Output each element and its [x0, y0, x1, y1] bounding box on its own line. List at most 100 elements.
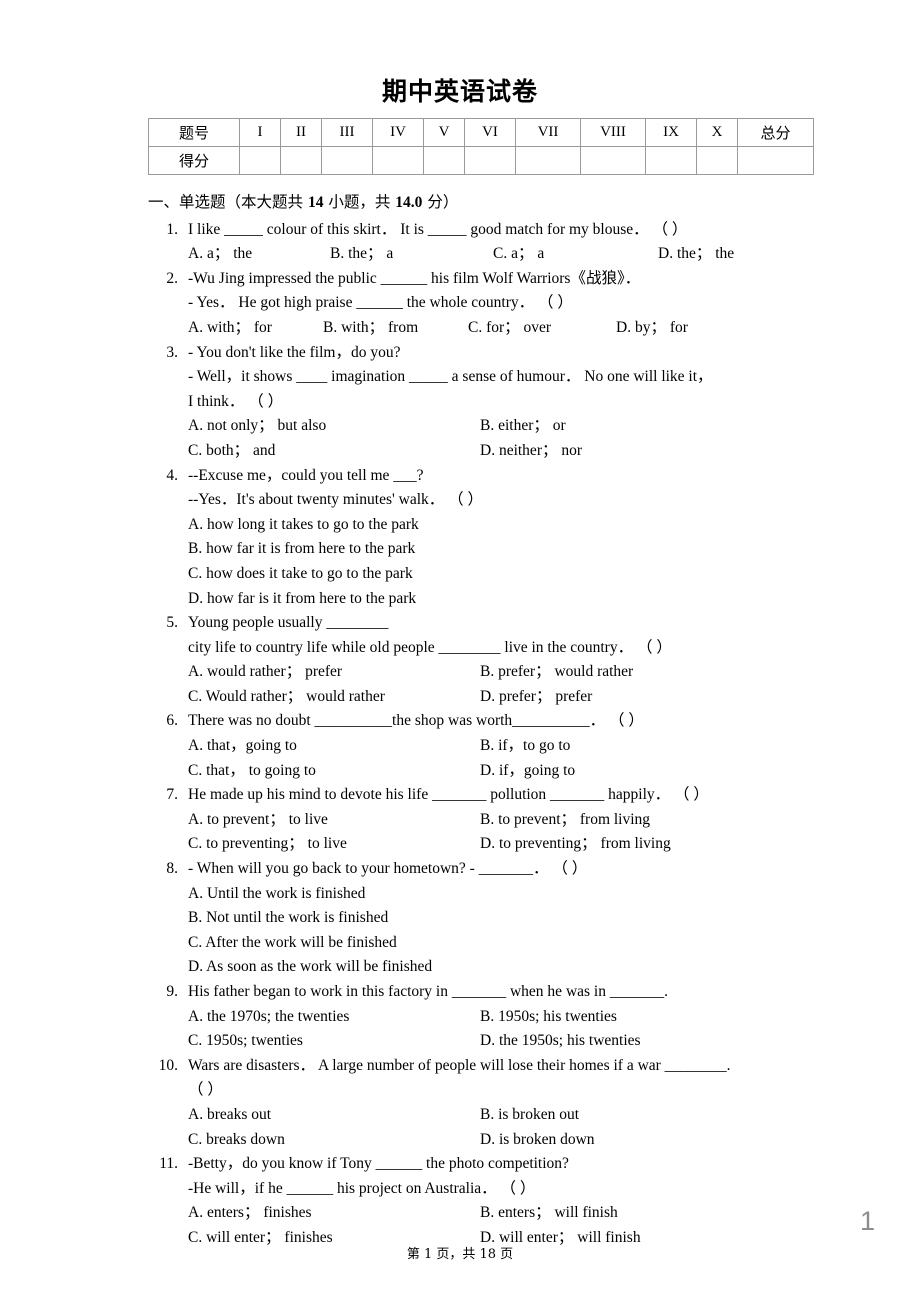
question-number: 8. [166, 860, 178, 878]
question-stem: His father began to work in this factory… [188, 980, 788, 1005]
option-b[interactable]: B. the； a [330, 242, 493, 267]
stem-line: - You don't like the film，do you? [188, 343, 401, 361]
option-c[interactable]: C. for； over [468, 316, 616, 341]
option-c[interactable]: C. both； and [188, 439, 480, 464]
option-c[interactable]: C. how does it take to go to the park [188, 562, 788, 587]
option-d[interactable]: D. how far is it from here to the park [188, 587, 788, 612]
stem-line: - Yes． He got high praise ______ the who… [188, 294, 573, 312]
option-c[interactable]: C. to preventing； to live [188, 832, 480, 857]
stem-line: I like _____ colour of this skirt． It is… [188, 220, 688, 238]
question-2: 2. -Wu Jing impressed the public ______ … [148, 267, 788, 341]
option-c[interactable]: C. 1950s; twenties [188, 1029, 480, 1054]
option-c[interactable]: C. Would rather； would rather [188, 685, 480, 710]
option-a[interactable]: A. a； the [188, 242, 330, 267]
option-b[interactable]: B. 1950s; his twenties [480, 1005, 617, 1030]
stem-line: --Yes．It's about twenty minutes' walk． （… [188, 491, 484, 509]
stem-line: -He will，if he ______ his project on Aus… [188, 1179, 536, 1197]
option-d[interactable]: D. the； the [658, 242, 734, 267]
option-b[interactable]: B. enters； will finish [480, 1201, 618, 1226]
score-table-col-6: VI [464, 118, 516, 147]
score-table-col-2: II [280, 118, 322, 147]
option-d[interactable]: D. prefer； prefer [480, 685, 592, 710]
score-cell-5[interactable] [423, 146, 465, 175]
question-11: 11. -Betty，do you know if Tony ______ th… [148, 1152, 788, 1250]
question-stem: Wars are disasters． A large number of pe… [188, 1054, 788, 1103]
option-b[interactable]: B. with； from [323, 316, 468, 341]
score-cell-10[interactable] [696, 146, 738, 175]
option-d[interactable]: D. is broken down [480, 1128, 595, 1153]
option-a[interactable]: A. the 1970s; the twenties [188, 1005, 480, 1030]
score-cell-6[interactable] [464, 146, 516, 175]
option-d[interactable]: D. by； for [616, 316, 688, 341]
stem-line: Young people usually ________ [188, 614, 389, 632]
option-d[interactable]: D. the 1950s; his twenties [480, 1029, 641, 1054]
section-heading-suffix: 分） [422, 193, 459, 211]
stem-line: -Betty，do you know if Tony ______ the ph… [188, 1155, 569, 1173]
option-c[interactable]: C. breaks down [188, 1128, 480, 1153]
question-number: 4. [166, 466, 178, 484]
score-cell-9[interactable] [645, 146, 697, 175]
question-number: 11. [159, 1155, 178, 1173]
option-list: A. a； the B. the； a C. a； a D. the； the [188, 242, 788, 267]
option-a[interactable]: A. to prevent； to live [188, 808, 480, 833]
option-c[interactable]: C. that， to going to [188, 759, 480, 784]
question-number: 10. [158, 1056, 178, 1074]
option-list: A. with； for B. with； from C. for； over D. … [188, 316, 788, 341]
option-a[interactable]: A. would rather； prefer [188, 660, 480, 685]
option-b[interactable]: B. Not until the work is finished [188, 906, 788, 931]
option-a[interactable]: A. Until the work is finished [188, 882, 788, 907]
stem-line: His father began to work in this factory… [188, 983, 668, 1000]
score-cell-3[interactable] [321, 146, 373, 175]
option-d[interactable]: D. As soon as the work will be finished [188, 955, 788, 980]
score-cell-4[interactable] [372, 146, 424, 175]
stem-line: - Well，it shows ____ imagination _____ a… [188, 368, 713, 386]
option-b[interactable]: B. prefer； would rather [480, 660, 633, 685]
score-cell-8[interactable] [580, 146, 646, 175]
option-c[interactable]: C. a； a [493, 242, 658, 267]
question-4: 4. --Excuse me，could you tell me ___? --… [148, 464, 788, 612]
section-heading-prefix: 一、单选题（本大题共 [148, 193, 308, 211]
stem-line: -Wu Jing impressed the public ______ his… [188, 269, 641, 287]
question-stem: I like _____ colour of this skirt． It is… [188, 218, 788, 243]
option-c[interactable]: C. After the work will be finished [188, 931, 788, 956]
score-table-col-3: III [321, 118, 373, 147]
option-a[interactable]: A. that，going to [188, 734, 480, 759]
question-stem: -Betty，do you know if Tony ______ the ph… [188, 1152, 788, 1201]
table-row-header: 题号 I II III IV V VI VII VIII IX X 总分 [148, 118, 814, 147]
option-a[interactable]: A. enters； finishes [188, 1201, 480, 1226]
score-cell-1[interactable] [239, 146, 281, 175]
score-cell-total[interactable] [737, 146, 814, 175]
option-b[interactable]: B. how far it is from here to the park [188, 537, 788, 562]
question-number: 2. [166, 269, 178, 287]
option-d[interactable]: D. to preventing； from living [480, 832, 671, 857]
option-b[interactable]: B. either； or [480, 414, 566, 439]
section-heading: 一、单选题（本大题共 14 小题，共 14.0 分） [148, 190, 788, 216]
option-b[interactable]: B. if，to go to [480, 734, 570, 759]
stem-line: - When will you go back to your hometown… [188, 860, 588, 878]
section-heading-mid: 小题，共 [323, 193, 396, 211]
question-3: 3. - You don't like the film，do you? - W… [148, 341, 788, 464]
option-b[interactable]: B. to prevent； from living [480, 808, 650, 833]
question-stem: - You don't like the film，do you? - Well… [188, 341, 788, 415]
score-cell-2[interactable] [280, 146, 322, 175]
option-d[interactable]: D. neither； nor [480, 439, 582, 464]
question-number: 7. [166, 786, 178, 804]
option-a[interactable]: A. breaks out [188, 1103, 480, 1128]
question-stem: - When will you go back to your hometown… [188, 857, 788, 882]
question-stem: --Excuse me，could you tell me ___? --Yes… [188, 464, 788, 513]
option-list: A. to prevent； to live B. to prevent； fro… [188, 808, 788, 857]
stem-line: Wars are disasters． A large number of pe… [188, 1056, 731, 1074]
option-d[interactable]: D. if，going to [480, 759, 575, 784]
option-a[interactable]: A. how long it takes to go to the park [188, 513, 788, 538]
option-a[interactable]: A. with； for [188, 316, 323, 341]
option-b[interactable]: B. is broken out [480, 1103, 579, 1128]
score-cell-7[interactable] [515, 146, 581, 175]
stem-line: （ ） [188, 1081, 223, 1099]
question-number: 9. [166, 983, 178, 1000]
option-list: A. Until the work is finished B. Not unt… [188, 882, 788, 980]
option-a[interactable]: A. not only； but also [188, 414, 480, 439]
page-footer: 第 1 页，共 18 页 [406, 1247, 514, 1262]
question-number: 1. [166, 220, 178, 238]
score-table-col-5: V [423, 118, 465, 147]
stem-line: He made up his mind to devote his life _… [188, 786, 709, 804]
